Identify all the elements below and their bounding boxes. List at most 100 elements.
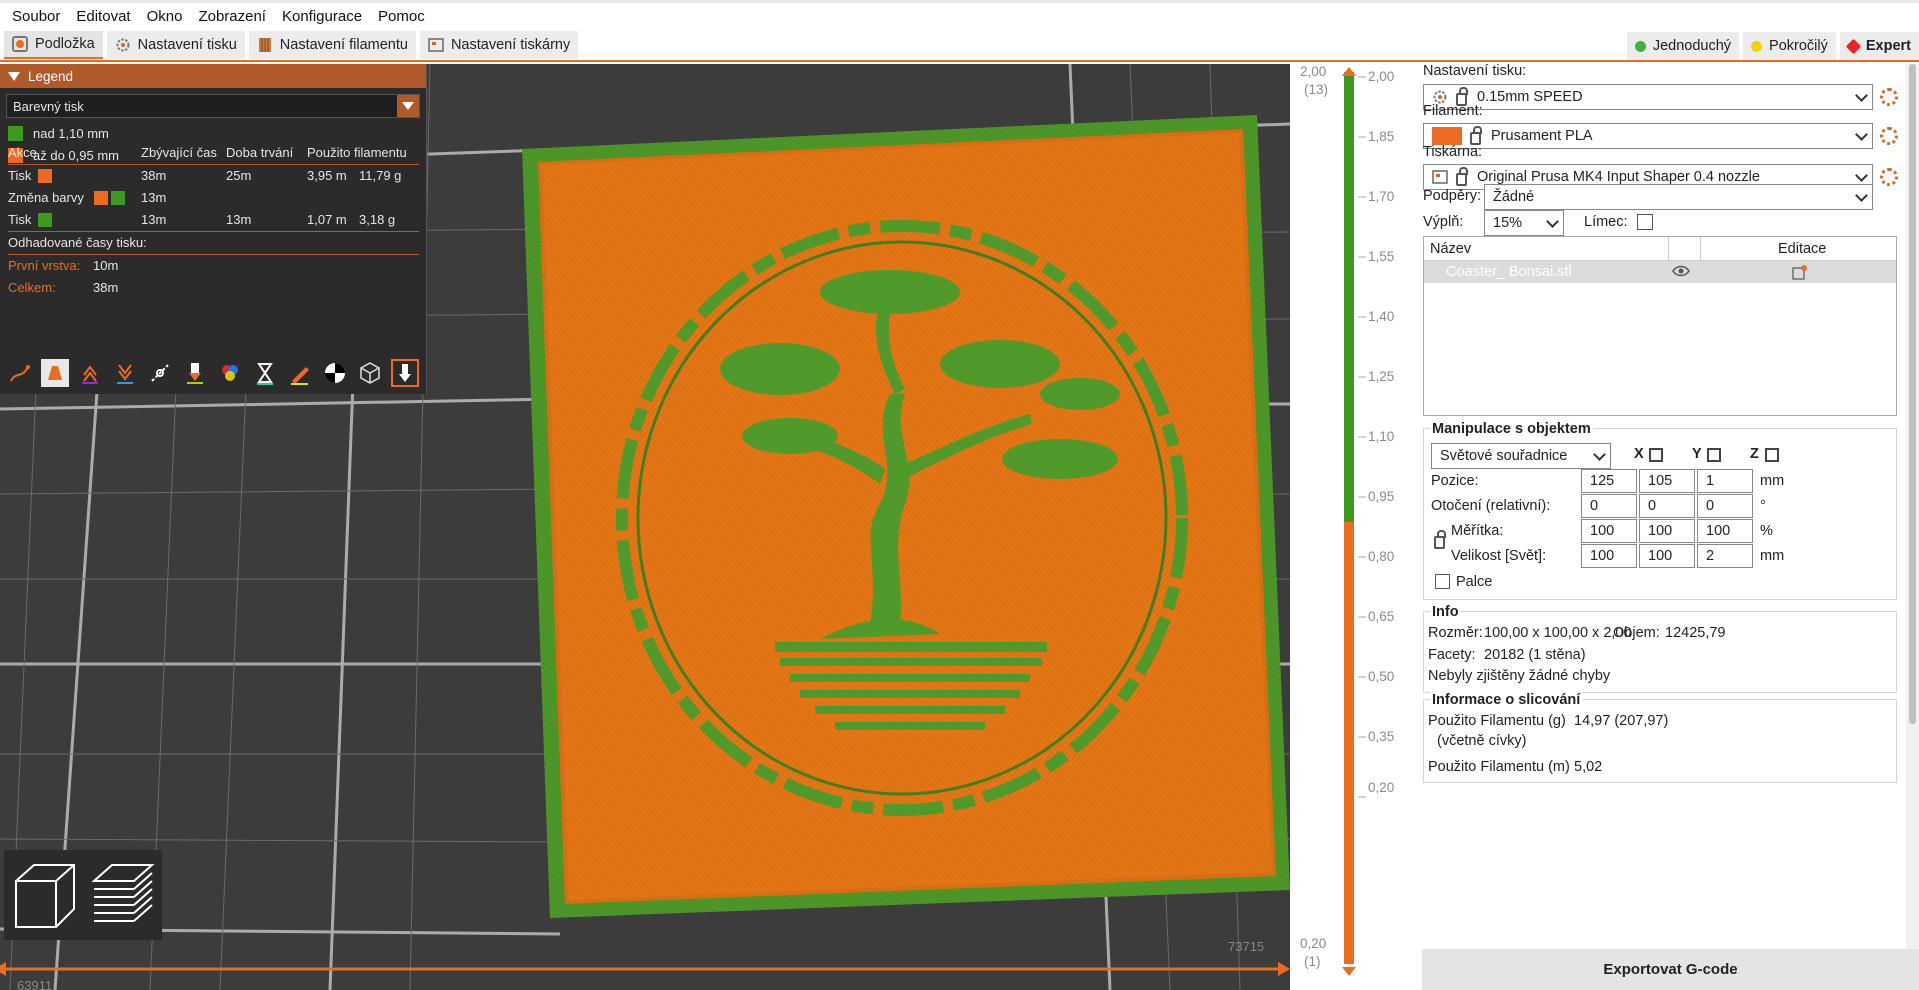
chevron-down-icon [1855,189,1868,202]
used-m-label: Použito Filamentu (m) [1428,759,1570,775]
drop-to-bed-y-icon[interactable] [1707,448,1721,462]
scale-y-input[interactable]: 100 [1639,519,1695,543]
retractions-icon[interactable] [76,359,104,387]
mode-expert-button[interactable]: Expert [1839,32,1919,60]
object-list-item[interactable]: Coaster_ Bonsai.stl [1424,261,1896,283]
menu-help[interactable]: Pomoc [370,8,433,25]
scale-unit: % [1760,523,1773,539]
total-value: 38m [93,280,119,295]
sidebar-scrollbar[interactable] [1906,64,1919,951]
first-layer-label: První vrstva: [8,258,81,273]
shells-icon[interactable] [356,359,384,387]
slice-info-panel: Informace o slicování Použito Filamentu … [1423,692,1897,783]
menu-file[interactable]: Soubor [4,8,68,25]
info-size-value: 100,00 x 100,00 x 2,00 [1484,625,1632,641]
mode-advanced-button[interactable]: Pokročilý [1743,32,1836,60]
rotation-x-input[interactable]: 0 [1581,494,1637,518]
rotation-y-input[interactable]: 0 [1639,494,1695,518]
position-x-input[interactable]: 125 [1581,469,1637,493]
chevron-down-icon [1855,128,1868,141]
yellow-dot-icon [1751,40,1763,52]
tick-label: 0,20 [1368,780,1395,795]
position-y-input[interactable]: 105 [1639,469,1695,493]
used-g-label: Použito Filamentu (g) [1428,713,1566,729]
scrollbar-thumb[interactable] [1909,64,1916,724]
menu-window[interactable]: Okno [139,8,191,25]
scale-x-input[interactable]: 100 [1581,519,1637,543]
filament-combo[interactable]: Prusament PLA [1423,123,1873,149]
filament-label: Filament: [1423,103,1483,119]
edit-object-icon[interactable] [1792,264,1808,284]
center-of-gravity-icon[interactable] [321,359,349,387]
filament-color-swatch[interactable] [1432,127,1462,145]
layer-slider[interactable]: 2,00 (13) 2,00 1,85 1,70 1,55 1,40 1,25 … [1290,64,1422,990]
tool-changes-icon[interactable] [181,359,209,387]
3d-view-cube-icon[interactable] [7,855,79,935]
legend-view-type-value: Barevný tisk [13,98,84,114]
lock-icon [1470,125,1482,145]
drop-to-bed-z-icon[interactable] [1765,448,1779,462]
orange-swatch [94,191,108,205]
printer-icon [428,37,444,53]
menu-configuration[interactable]: Konfigurace [274,8,370,25]
object-list-header: Název Editace [1424,237,1896,261]
col-remaining: Zbývající čas [141,145,217,160]
tab-print-settings[interactable]: Nastavení tisku [106,31,245,59]
color-changes-icon[interactable] [216,359,244,387]
rotation-z-input[interactable]: 0 [1697,494,1753,518]
mode-label: Expert [1865,38,1911,54]
legend-header[interactable]: Legend [0,64,426,88]
tab-plater[interactable]: Podložka [4,31,103,59]
estimated-times-title: Odhadované časy tisku: [0,232,427,254]
seams-icon[interactable] [146,359,174,387]
info-panel: Info Rozměr: 100,00 x 100,00 x 2,00 Obje… [1423,604,1897,693]
filament-value: Prusament PLA [1491,128,1593,144]
row-length: 3,95 m [307,168,347,183]
chevron-down-icon [1855,89,1868,102]
print-settings-combo[interactable]: 0.15mm SPEED [1423,84,1873,110]
menu-edit[interactable]: Editovat [68,8,138,25]
coaster-model[interactable] [522,115,1290,918]
drop-to-bed-x-icon[interactable] [1649,448,1663,462]
edit-filament-gear-icon[interactable] [1880,127,1898,145]
chevron-down-icon [1546,215,1559,228]
scale-lock-icon[interactable] [1434,530,1446,549]
custom-gcodes-icon[interactable] [286,359,314,387]
infill-combo[interactable]: 15% [1484,210,1564,236]
slider-bottom-value: 0,20 [1300,936,1327,951]
brim-checkbox[interactable] [1637,214,1653,230]
spool-icon [257,37,273,53]
rotation-unit: ° [1760,498,1766,514]
row-remaining: 13m [141,190,167,205]
size-x-input[interactable]: 100 [1581,544,1637,568]
tab-printer-settings[interactable]: Nastavení tiskárny [419,31,579,59]
tick-label: 1,70 [1368,189,1395,204]
col-used: Použito filamentu [307,145,407,160]
gear-icon [115,37,131,53]
size-y-input[interactable]: 100 [1639,544,1695,568]
scale-z-input[interactable]: 100 [1697,519,1753,543]
supports-value: Žádné [1493,189,1535,205]
deretractions-icon[interactable] [111,359,139,387]
edit-printer-gear-icon[interactable] [1880,168,1898,186]
pause-prints-icon[interactable] [251,359,279,387]
inches-label: Palce [1456,574,1493,590]
tick-label: 1,55 [1368,249,1395,264]
coordinate-system-select[interactable]: Světové souřadnice [1431,443,1611,469]
wipe-icon[interactable] [41,359,69,387]
export-gcode-button[interactable]: Exportovat G-code [1422,949,1919,990]
legend-view-type-select[interactable]: Barevný tisk [6,94,420,118]
tick-label: 0,80 [1368,549,1395,564]
eye-icon[interactable] [1672,264,1690,282]
travel-icon[interactable] [6,359,34,387]
menu-view[interactable]: Zobrazení [190,8,274,25]
supports-combo[interactable]: Žádné [1484,184,1873,210]
tool-marker-icon[interactable] [391,359,419,387]
mode-simple-button[interactable]: Jednoduchý [1626,32,1740,60]
tab-filament-settings[interactable]: Nastavení filamentu [248,31,416,59]
position-z-input[interactable]: 1 [1697,469,1753,493]
layers-view-icon[interactable] [85,855,157,935]
size-z-input[interactable]: 2 [1697,544,1753,568]
inches-checkbox[interactable] [1435,574,1450,589]
edit-preset-gear-icon[interactable] [1880,88,1898,106]
